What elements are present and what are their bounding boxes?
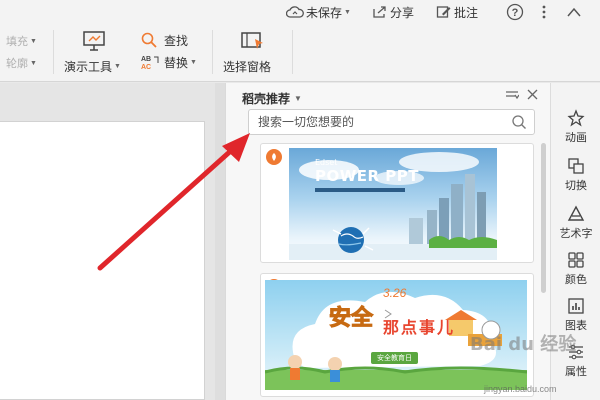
template-thumbnail: Edset POWER PPT xyxy=(289,148,497,260)
rail-item-transition[interactable]: 切换 xyxy=(551,157,600,193)
panel-controls xyxy=(505,89,538,100)
search-input[interactable] xyxy=(249,110,499,134)
rail-item-label: 艺术字 xyxy=(559,228,593,240)
chevron-down-icon: ▼ xyxy=(30,59,37,67)
docer-badge-icon xyxy=(266,149,282,165)
thumb-title: POWER PPT xyxy=(315,167,420,185)
help-icon: ? xyxy=(506,3,524,21)
thumb-subtitle: 安全教育日 xyxy=(371,352,418,364)
replace-label: 替换 xyxy=(164,55,189,70)
rail-item-color[interactable]: 颜色 xyxy=(551,251,600,287)
outline-button[interactable]: 轮廓 ▼ xyxy=(6,55,37,71)
transition-icon xyxy=(568,158,584,174)
slide-canvas[interactable] xyxy=(0,121,205,400)
rail-item-label: 属性 xyxy=(565,366,587,378)
thumb-banner xyxy=(315,188,405,192)
presentation-screen-icon xyxy=(83,31,105,51)
search-icon xyxy=(141,32,157,48)
rail-item-animation[interactable]: 动画 xyxy=(551,109,600,145)
present-tools-button[interactable]: 演示工具 ▼ xyxy=(60,28,126,78)
ribbon-divider xyxy=(292,30,293,74)
rail-item-label: 颜色 xyxy=(565,274,587,286)
chevron-down-icon: ▼ xyxy=(114,63,121,70)
select-pane-button[interactable]: 选择窗格 xyxy=(220,28,286,78)
svg-text:?: ? xyxy=(512,7,519,19)
panel-scrollbar[interactable] xyxy=(541,143,546,293)
animation-star-icon xyxy=(567,109,585,127)
fill-button[interactable]: 填充 ▼ xyxy=(6,33,37,49)
chevron-up-icon xyxy=(567,7,581,17)
thumb-title: 安全 xyxy=(328,305,374,331)
share-icon xyxy=(373,6,386,18)
svg-text:AB: AB xyxy=(141,56,151,63)
chevron-down-icon: ▼ xyxy=(294,94,302,103)
chevron-down-icon: ▼ xyxy=(190,58,197,66)
panel-title: 稻壳推荐 xyxy=(242,92,291,106)
fill-label: 填充 xyxy=(6,36,28,48)
thumb-title-2: 那点事儿 xyxy=(383,320,456,337)
find-label: 查找 xyxy=(164,33,189,48)
select-pane-icon xyxy=(241,32,263,49)
rail-item-wordart[interactable]: 艺术字 xyxy=(551,205,600,241)
cloud-icon xyxy=(286,6,304,18)
save-status-label: 未保存 xyxy=(306,5,343,20)
select-pane-label: 选择窗格 xyxy=(223,60,272,74)
panel-title-button[interactable]: 稻壳推荐 ▼ xyxy=(242,90,302,107)
present-tools-label-wrap: 演示工具 ▼ xyxy=(64,58,121,75)
rail-item-chart[interactable]: 图表 xyxy=(551,297,600,333)
watermark-logo: Bai du 经验 xyxy=(470,334,577,355)
template-card[interactable]: Edset POWER PPT xyxy=(260,143,534,263)
comment-label: 批注 xyxy=(454,5,479,20)
collapse-ribbon-button[interactable] xyxy=(566,3,584,21)
rail-item-label: 切换 xyxy=(565,180,587,192)
help-button[interactable]: ? xyxy=(506,3,526,21)
outline-label: 轮廓 xyxy=(6,58,28,70)
panel-menu-icon[interactable] xyxy=(505,90,519,100)
chevron-down-icon: ▼ xyxy=(30,37,37,45)
more-button[interactable] xyxy=(541,3,549,21)
svg-text:AC: AC xyxy=(141,64,151,71)
comment-edit-icon xyxy=(436,6,451,18)
present-tools-label: 演示工具 xyxy=(64,60,113,74)
comment-button[interactable]: 批注 xyxy=(436,3,478,21)
ribbon-divider xyxy=(212,30,213,74)
share-button[interactable]: 分享 xyxy=(372,3,414,21)
replace-icon: ABAC xyxy=(141,56,159,71)
panel-splitter[interactable] xyxy=(215,83,225,400)
slide-workspace xyxy=(0,83,215,400)
thumb-small-text: Edset xyxy=(315,158,338,167)
save-status-button[interactable]: 未保存 ▼ xyxy=(286,3,351,21)
replace-button[interactable]: AB AC 替换 ▼ xyxy=(140,52,197,72)
search-icon[interactable] xyxy=(511,114,527,130)
find-button[interactable]: 查找 xyxy=(140,30,188,50)
rail-item-label: 动画 xyxy=(565,132,587,144)
bar-chart-icon xyxy=(568,298,584,314)
search-box xyxy=(248,109,535,135)
share-label: 分享 xyxy=(390,5,415,20)
ribbon-toolbar: 填充 ▼ 轮廓 ▼ 演示工具 ▼ 查找 AB AC 替换 ▼ 选择窗格 xyxy=(0,24,600,82)
thumb-date: 3.26 xyxy=(383,286,407,300)
color-grid-icon xyxy=(568,252,584,268)
title-bar: 未保存 ▼ 分享 批注 ? xyxy=(0,0,600,24)
close-icon[interactable] xyxy=(527,89,538,100)
more-icon xyxy=(542,5,546,19)
watermark-url: jingyan.baidu.com xyxy=(484,384,557,394)
chevron-down-icon: ▼ xyxy=(344,8,351,16)
wordart-icon xyxy=(567,205,585,221)
ribbon-divider xyxy=(53,30,54,74)
